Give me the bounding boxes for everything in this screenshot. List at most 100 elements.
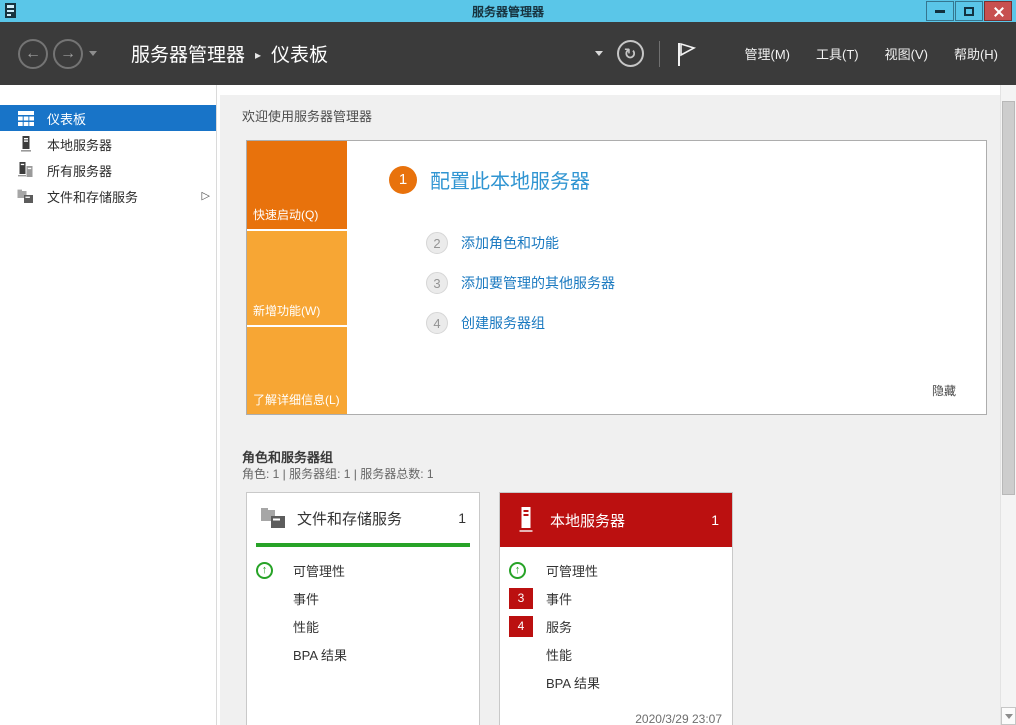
back-button[interactable]: ← [18, 39, 48, 69]
chevron-down-icon [1005, 714, 1013, 723]
welcome-heading: 欢迎使用服务器管理器 [242, 106, 372, 125]
row-bpa-results[interactable]: BPA 结果 [247, 640, 479, 668]
expand-chevron-icon[interactable]: ▷ [202, 189, 210, 202]
notifications-button[interactable] [675, 41, 697, 67]
hide-welcome-link[interactable]: 隐藏 [932, 382, 956, 399]
menubar: 管理(M) 工具(T) 视图(V) 帮助(H) [719, 44, 999, 63]
breadcrumb: 服务器管理器 ▸ 仪表板 [131, 40, 328, 67]
sidebar-item-file-storage-services[interactable]: 文件和存储服务 ▷ [0, 183, 216, 209]
row-performance[interactable]: 性能 [247, 612, 479, 640]
learn-more-tab[interactable]: 了解详细信息(L) [247, 327, 347, 414]
row-services[interactable]: 4 服务 [500, 612, 732, 640]
status-up-icon: ↑ [256, 562, 273, 579]
welcome-tile: 快速启动(Q) 新增功能(W) 了解详细信息(L) 1 配置此本地服务器 2 添… [246, 140, 987, 415]
services-alert-badge[interactable]: 4 [509, 616, 533, 637]
sidebar-item-label: 仪表板 [47, 109, 86, 128]
row-manageability[interactable]: ↑ 可管理性 [247, 556, 479, 584]
configure-local-server-link[interactable]: 配置此本地服务器 [430, 165, 590, 194]
scrollbar-thumb[interactable] [1002, 101, 1015, 495]
breadcrumb-separator-icon: ▸ [255, 48, 261, 62]
row-manageability[interactable]: ↑ 可管理性 [500, 556, 732, 584]
refresh-icon: ↻ [624, 45, 637, 63]
nav-dropdown-caret-icon[interactable] [595, 51, 603, 60]
row-performance[interactable]: 性能 [500, 640, 732, 668]
back-icon: ← [25, 45, 41, 63]
sidebar-item-label: 所有服务器 [47, 161, 112, 180]
whats-new-tab[interactable]: 新增功能(W) [247, 231, 347, 325]
add-other-servers-link[interactable]: 添加要管理的其他服务器 [461, 273, 615, 293]
dashboard-panel: 欢迎使用服务器管理器 快速启动(Q) 新增功能(W) 了解详细信息(L) 1 配… [220, 95, 1000, 725]
quick-start-tab[interactable]: 快速启动(Q) [247, 141, 347, 229]
step-number-badge: 2 [426, 232, 448, 254]
roles-section-title: 角色和服务器组 [242, 447, 333, 466]
card-header[interactable]: 文件和存储服务 1 [247, 493, 479, 543]
server-manager-window: 服务器管理器 ← → 服务器管理器 ▸ 仪表板 ↻ 管理(M) 工具(T) [0, 0, 1016, 725]
file-storage-icon [260, 506, 286, 530]
refresh-button[interactable]: ↻ [617, 40, 644, 67]
sidebar: 仪表板 本地服务器 所有服务器 [0, 85, 217, 725]
whats-new-label: 新增功能(W) [253, 302, 320, 319]
file-storage-icon [17, 188, 34, 205]
flag-icon [675, 41, 697, 67]
history-dropdown-caret-icon[interactable] [89, 51, 97, 60]
breadcrumb-current: 仪表板 [271, 40, 328, 67]
card-count: 1 [458, 510, 466, 526]
menu-manage[interactable]: 管理(M) [745, 44, 791, 63]
maximize-button[interactable] [955, 1, 983, 21]
dashboard-icon [17, 110, 34, 127]
menu-help[interactable]: 帮助(H) [954, 44, 998, 63]
status-up-icon: ↑ [509, 562, 526, 579]
card-title[interactable]: 本地服务器 [550, 510, 711, 531]
sidebar-item-local-server[interactable]: 本地服务器 [0, 131, 216, 157]
step-add-other-servers: 3 添加要管理的其他服务器 [426, 272, 615, 294]
step-number-badge: 4 [426, 312, 448, 334]
minimize-icon [935, 10, 945, 13]
card-count: 1 [711, 512, 719, 528]
step-configure-local-server: 1 配置此本地服务器 [389, 165, 590, 194]
card-rows: ↑ 可管理性 3 事件 4 服务 性能 [500, 547, 732, 696]
step-create-server-group: 4 创建服务器组 [426, 312, 545, 334]
card-timestamp: 2020/3/29 23:07 [635, 712, 722, 725]
nav-divider [659, 41, 660, 67]
titlebar: 服务器管理器 [0, 0, 1016, 22]
create-server-group-link[interactable]: 创建服务器组 [461, 313, 545, 333]
add-roles-features-link[interactable]: 添加角色和功能 [461, 233, 559, 253]
welcome-side-tiles: 快速启动(Q) 新增功能(W) 了解详细信息(L) [247, 141, 347, 414]
scrollbar-down-button[interactable] [1001, 707, 1016, 725]
minimize-button[interactable] [926, 1, 954, 21]
sidebar-item-all-servers[interactable]: 所有服务器 [0, 157, 216, 183]
roles-section-summary: 角色: 1 | 服务器组: 1 | 服务器总数: 1 [242, 465, 434, 482]
row-events[interactable]: 事件 [247, 584, 479, 612]
sidebar-item-dashboard[interactable]: 仪表板 [0, 105, 216, 131]
content-area: 欢迎使用服务器管理器 快速启动(Q) 新增功能(W) 了解详细信息(L) 1 配… [218, 85, 1016, 725]
all-servers-icon [17, 162, 34, 179]
sidebar-item-label: 本地服务器 [47, 135, 112, 154]
learn-more-label: 了解详细信息(L) [253, 391, 340, 408]
menu-tools[interactable]: 工具(T) [816, 44, 859, 63]
step-number-badge: 1 [389, 166, 417, 194]
step-add-roles-features: 2 添加角色和功能 [426, 232, 559, 254]
quick-start-label: 快速启动(Q) [253, 206, 318, 223]
row-bpa-results[interactable]: BPA 结果 [500, 668, 732, 696]
vertical-scrollbar[interactable] [1000, 85, 1016, 725]
row-events[interactable]: 3 事件 [500, 584, 732, 612]
maximize-icon [964, 7, 974, 16]
events-alert-badge[interactable]: 3 [509, 588, 533, 609]
card-header[interactable]: 本地服务器 1 [500, 493, 732, 547]
card-local-server: 本地服务器 1 ↑ 可管理性 3 事件 4 服务 [499, 492, 733, 725]
forward-icon: → [60, 45, 76, 63]
breadcrumb-root[interactable]: 服务器管理器 [131, 40, 245, 67]
menu-view[interactable]: 视图(V) [885, 44, 928, 63]
local-server-icon [17, 136, 34, 153]
window-controls [925, 1, 1012, 21]
window-title: 服务器管理器 [0, 3, 1016, 20]
card-title[interactable]: 文件和存储服务 [297, 508, 458, 529]
forward-button[interactable]: → [53, 39, 83, 69]
local-server-icon [513, 507, 539, 533]
sidebar-item-label: 文件和存储服务 [47, 187, 138, 206]
card-file-storage-services: 文件和存储服务 1 ↑ 可管理性 事件 性能 [246, 492, 480, 725]
close-button[interactable] [984, 1, 1012, 21]
navbar: ← → 服务器管理器 ▸ 仪表板 ↻ 管理(M) 工具(T) 视图(V) 帮助(… [0, 22, 1016, 85]
step-number-badge: 3 [426, 272, 448, 294]
card-rows: ↑ 可管理性 事件 性能 BPA 结果 [247, 547, 479, 668]
